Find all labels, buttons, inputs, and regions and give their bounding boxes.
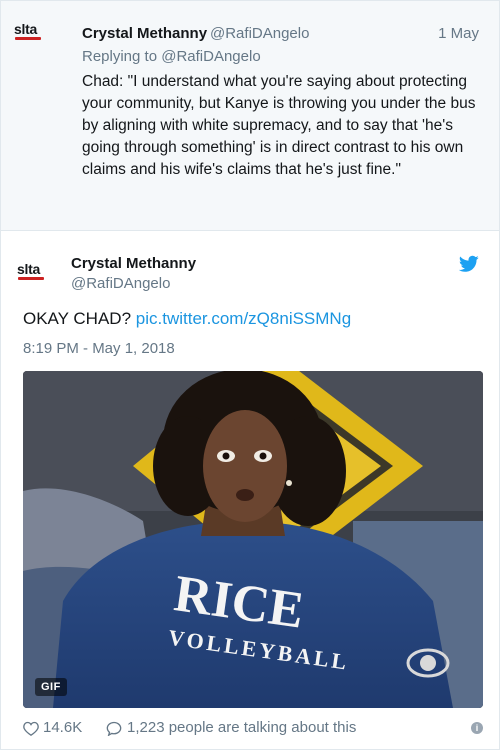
author-handle[interactable]: @RafiDAngelo bbox=[71, 275, 170, 292]
gif-badge: GIF bbox=[35, 678, 67, 696]
avatar-logo-underline bbox=[18, 277, 44, 280]
parent-avatar[interactable]: slta bbox=[13, 15, 49, 51]
replying-to-label: Replying to bbox=[82, 48, 158, 65]
tweet-embed: slta Crystal Methanny @RafiDAngelo 1 May… bbox=[0, 0, 500, 750]
tweet-gif-media[interactable]: RICE VOLLEYBALL GIF bbox=[23, 371, 483, 708]
twitter-bird-icon[interactable] bbox=[459, 255, 479, 273]
tweet-footer: 14.6K 1,223 people are talking about thi… bbox=[23, 719, 483, 741]
like-count[interactable]: 14.6K bbox=[43, 719, 82, 736]
avatar-logo-text: slta bbox=[17, 261, 40, 277]
parent-author-handle[interactable]: @RafiDAngelo bbox=[210, 25, 309, 42]
replying-to-handle[interactable]: @RafiDAngelo bbox=[161, 48, 260, 65]
author-name[interactable]: Crystal Methanny bbox=[71, 255, 196, 272]
parent-author-name[interactable]: Crystal Methanny bbox=[82, 25, 207, 42]
avatar-logo-underline bbox=[15, 37, 41, 40]
replying-to: Replying to @RafiDAngelo bbox=[82, 48, 261, 65]
info-icon[interactable]: i bbox=[471, 722, 483, 734]
avatar-logo-text: slta bbox=[14, 21, 37, 37]
parent-date[interactable]: 1 May bbox=[438, 25, 479, 42]
heart-icon[interactable] bbox=[23, 721, 39, 736]
tweet-timestamp[interactable]: 8:19 PM - May 1, 2018 bbox=[23, 340, 175, 357]
conversation-count[interactable]: 1,223 people are talking about this bbox=[127, 719, 356, 736]
author-avatar[interactable]: slta bbox=[16, 255, 52, 291]
reply-bubble-icon[interactable] bbox=[106, 721, 122, 736]
gif-frame-illustration: RICE VOLLEYBALL bbox=[23, 371, 483, 708]
tweet-media-link[interactable]: pic.twitter.com/zQ8niSSMNg bbox=[136, 309, 351, 328]
parent-tweet[interactable]: slta Crystal Methanny @RafiDAngelo 1 May… bbox=[1, 1, 499, 231]
parent-tweet-text: Chad: "I understand what you're saying a… bbox=[82, 73, 476, 178]
tweet-text: OKAY CHAD? pic.twitter.com/zQ8niSSMNg bbox=[23, 309, 351, 329]
tweet-text-body: OKAY CHAD? bbox=[23, 309, 132, 328]
